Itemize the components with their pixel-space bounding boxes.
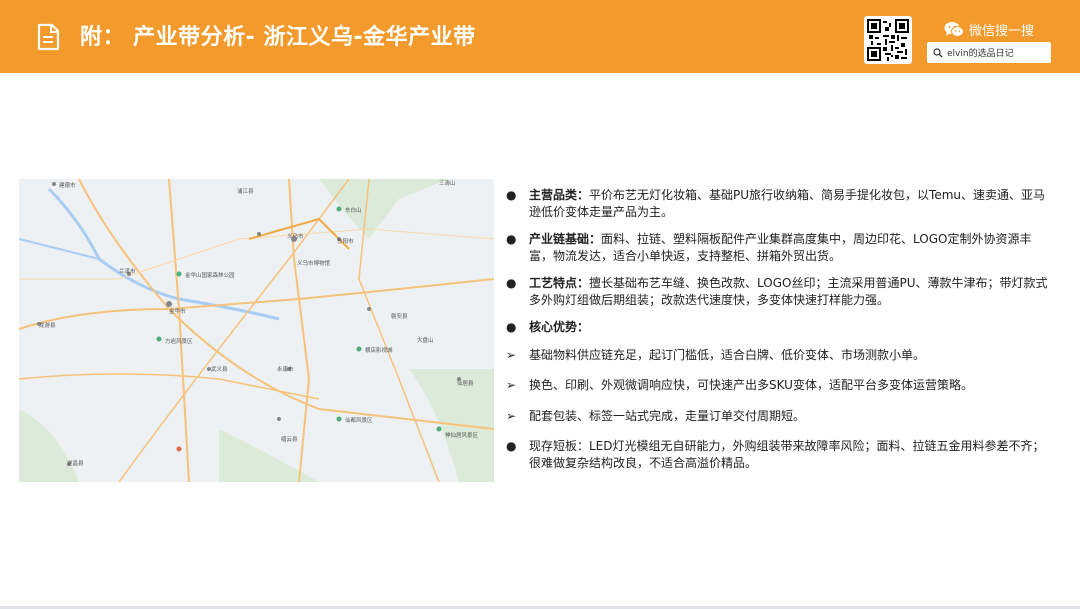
bullet-item: ➢ 换色、印刷、外观微调响应快，可快速产出多SKU变体，适配平台多变体运营策略。 (506, 377, 1054, 394)
arrow-bullet-icon: ➢ (506, 347, 517, 362)
dot-bullet-icon: ● (506, 276, 517, 290)
map-roads (19, 179, 494, 482)
map-label: 仙居县 (457, 381, 474, 387)
bullet-item: ➢ 配套包装、标签一站式完成，走量订单交付周期短。 (506, 408, 1054, 425)
bullet-item: ● 现存短板：LED灯光模组无自研能力，外购组装带来故障率风险；面料、拉链五金用料… (506, 438, 1054, 471)
map-label: 永康市 (277, 367, 294, 373)
search-box[interactable]: elvin的选品日记 (927, 42, 1051, 63)
bullet-label: 核心优势： (529, 320, 590, 334)
map-label: 神仙居风景区 (445, 433, 479, 439)
bullet-item: ● 工艺特点：擅长基础布艺车缝、换色改款、LOGO丝印；主流采用普通PU、薄款牛津… (506, 275, 1054, 308)
map-label: 东白山 (345, 208, 362, 214)
map-label: 东阳市 (337, 239, 354, 245)
analysis-content: ● 主营品类：平价布艺无灯化妆箱、基础PU旅行收纳箱、简易手提化妆包，以Temu、… (506, 187, 1054, 482)
map-label: 仙都风景区 (345, 418, 373, 424)
map-label: 浦江县 (237, 189, 254, 195)
map-label: 金华市 (169, 309, 186, 315)
bullet-label: 产业链基础： (529, 232, 602, 246)
map-label: 建德市 (59, 183, 76, 189)
bullet-item: ● 产业链基础：面料、拉链、塑料隔板配件产业集群高度集中，周边印花、LOGO定制外… (506, 231, 1054, 264)
dot-bullet-icon: ● (506, 188, 517, 202)
bullet-text: 平价布艺无灯化妆箱、基础PU旅行收纳箱、简易手提化妆包，以Temu、速卖通、亚马… (529, 188, 1046, 219)
wechat-icon (944, 21, 964, 37)
map-label: 磐安县 (391, 314, 408, 320)
qr-code-icon (864, 16, 912, 64)
wechat-label: 微信搜一搜 (969, 23, 1035, 39)
header-bar: 附： 产业带分析- 浙江义乌-金华产业带 微信搜一搜 elvin的选品日记 (0, 0, 1080, 73)
bullet-text: 基础物料供应链充足，起订门槛低，适合白牌、低价变体、市场测款小单。 (529, 347, 926, 362)
bullet-item: ➢ 基础物料供应链充足，起订门槛低，适合白牌、低价变体、市场测款小单。 (506, 347, 1054, 364)
region-map: 建德市 兰溪市 金华市 浦江县 义乌市 东阳市 磐安县 武义县 永康市 缙云县 … (19, 179, 494, 482)
map-label: 兰溪市 (119, 269, 136, 275)
arrow-bullet-icon: ➢ (506, 378, 517, 392)
bullet-text: 面料、拉链、塑料隔板配件产业集群高度集中，周边印花、LOGO定制外协资源丰富，物… (529, 232, 1032, 263)
bullet-item: ● 主营品类：平价布艺无灯化妆箱、基础PU旅行收纳箱、简易手提化妆包，以Temu、… (506, 187, 1054, 220)
bullet-text: 现存短板：LED灯光模组无自研能力，外购组装带来故障率风险；面料、拉链五金用料参… (529, 439, 1045, 470)
bullet-text: 擅长基础布艺车缝、换色改款、LOGO丝印；主流采用普通PU、薄款牛津布；带灯款式… (529, 276, 1048, 307)
map-label: 义乌市 (287, 234, 304, 240)
bullet-text: 换色、印刷、外观微调响应快，可快速产出多SKU变体，适配平台多变体运营策略。 (529, 378, 973, 392)
map-label: 缙云县 (281, 437, 298, 443)
map-label: 金华山国家森林公园 (185, 273, 235, 279)
map-label: 横店影视城 (365, 348, 393, 354)
wechat-search-label: 微信搜一搜 (944, 19, 1034, 39)
bullet-item: ● 核心优势： (506, 319, 1054, 336)
slide: 附： 产业带分析- 浙江义乌-金华产业带 微信搜一搜 elvin的选品日记 建德… (0, 0, 1080, 606)
map-label: 武义县 (211, 367, 228, 373)
dot-bullet-icon: ● (506, 320, 517, 334)
dot-bullet-icon: ● (506, 439, 517, 453)
bullet-text: 配套包装、标签一站式完成，走量订单交付周期短。 (529, 408, 806, 423)
map-label: 三清山 (439, 181, 456, 187)
search-icon (933, 47, 943, 57)
bullet-label: 工艺特点： (529, 276, 590, 290)
map-label: 义乌市博物馆 (297, 261, 331, 267)
page-title: 附： 产业带分析- 浙江义乌-金华产业带 (80, 25, 476, 50)
arrow-bullet-icon: ➢ (506, 408, 517, 423)
document-icon (37, 23, 60, 51)
search-text: elvin的选品日记 (947, 49, 1014, 59)
map-label: 方岩风景区 (165, 339, 193, 345)
map-label: 龙游县 (39, 323, 56, 329)
map-label: 大盘山 (417, 338, 434, 344)
bullet-label: 主营品类： (529, 188, 590, 202)
dot-bullet-icon: ● (506, 232, 517, 246)
map-label: 遂昌县 (67, 461, 84, 467)
